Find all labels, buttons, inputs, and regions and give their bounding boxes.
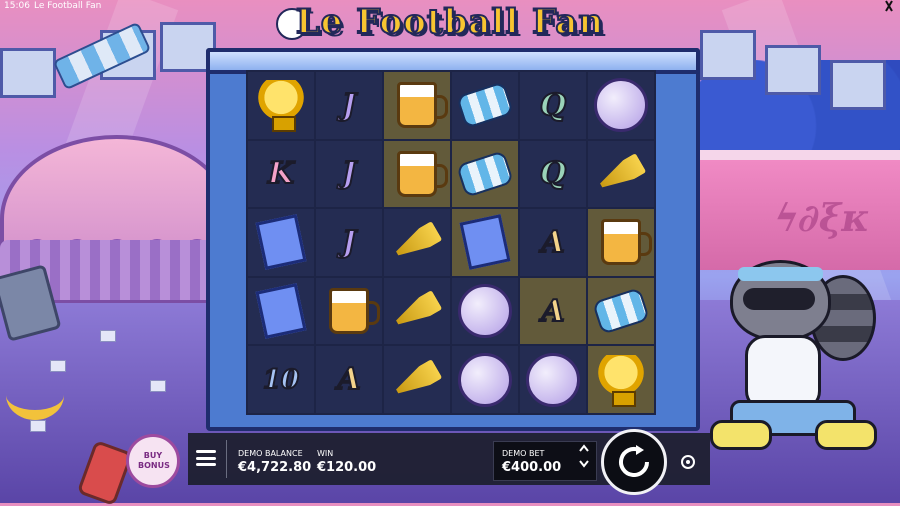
reel-cell: A [520,209,586,276]
bet-label: DEMO BET [502,449,545,458]
reel-grid: J Q K J Q J A A 10 A [246,70,656,415]
spin-button[interactable] [601,429,667,495]
ticket-symbol-icon [255,283,307,339]
beer-mug-symbol-icon [397,82,448,129]
reel-cell [452,209,518,276]
spin-arrow-icon [619,445,649,477]
reel-cell [452,346,518,413]
horn-symbol-icon [392,290,443,332]
hamburger-menu-icon[interactable] [196,450,216,466]
reel-cell [588,209,654,276]
win-label: WIN [317,449,334,458]
scarf-symbol-icon [591,287,651,335]
scarf-symbol-icon [455,81,515,130]
football-symbol-icon [526,352,580,407]
reel-cell [384,140,450,208]
reel-cell [520,346,586,413]
ticket-symbol-icon [459,214,511,271]
symbol-q: Q [539,155,567,192]
reel-cell [384,346,450,413]
win-value: €120.00 [317,460,377,475]
autoplay-icon[interactable] [678,452,698,472]
reel-frame: J Q K J Q J A A 10 A [206,48,700,431]
reel-cell: A [316,346,382,413]
symbol-a: A [540,293,565,330]
window-title: Le Football Fan [34,1,102,11]
symbol-k: K [267,155,295,192]
symbol-10: 10 [262,364,300,396]
reel-cell [588,140,654,208]
trophy-symbol-icon [256,80,306,133]
symbol-j: J [341,155,357,192]
reel-cell [248,209,314,276]
reel-cell [588,346,654,413]
reel-cell: A [520,277,586,345]
bunting-flag [700,30,756,80]
horn-symbol-icon [392,359,443,401]
reel-cell [248,72,314,139]
symbol-j: J [341,87,357,124]
reel-cell: J [316,140,382,208]
bet-stepper[interactable] [575,442,593,478]
reel-cell [452,140,518,208]
divider [226,440,227,478]
reel-cell [588,72,654,139]
reel-cell [384,277,450,345]
horn-symbol-icon [596,153,647,195]
beer-mug-symbol-icon [329,288,380,335]
litter [150,380,166,392]
bunting-flag [0,48,56,98]
reel-cell [384,209,450,276]
football-symbol-icon [458,284,512,339]
reel-cell: 10 [248,346,314,413]
chevron-up-icon[interactable] [575,442,593,458]
scarf-symbol-icon [455,149,515,198]
buy-bonus-button[interactable]: BUY BONUS [126,434,180,488]
reel-cell [588,277,654,345]
reel-cell [384,72,450,139]
symbol-a: A [540,224,565,261]
graffiti-text: ϟ∂ξκ [769,195,874,240]
buy-bonus-label: BUY BONUS [138,451,170,470]
reel-cell [248,277,314,345]
symbol-q: Q [539,87,567,124]
trophy-symbol-icon [596,354,646,407]
football-symbol-icon [594,78,648,133]
litter [30,420,46,432]
reel-cell: K [248,140,314,208]
football-symbol-icon [458,352,512,407]
litter [100,330,116,342]
banana-peel [6,370,64,420]
bunting-flag [830,60,886,110]
balance-value: €4,722.80 [238,460,312,475]
beer-mug-symbol-icon [601,219,652,266]
horn-symbol-icon [392,221,443,263]
close-icon[interactable] [884,0,894,15]
clock: 15:06 [4,1,30,11]
reel-cell [452,277,518,345]
reel-cell: J [316,209,382,276]
reel-cell [452,72,518,139]
reel-cell: Q [520,140,586,208]
litter [50,360,66,372]
reel-cell [316,277,382,345]
game-logo: Le Football Fan [295,1,605,43]
reel-cell: Q [520,72,586,139]
bet-value: €400.00 [502,460,562,475]
raccoon-mascot [700,255,890,455]
symbol-a: A [336,361,361,398]
reel-cell: J [316,72,382,139]
beer-mug-symbol-icon [397,150,448,197]
ticket-symbol-icon [255,214,307,271]
bunting-flag [765,45,821,95]
symbol-j: J [341,224,357,261]
chevron-down-icon[interactable] [575,458,593,474]
balance-label: DEMO BALANCE [238,449,303,458]
